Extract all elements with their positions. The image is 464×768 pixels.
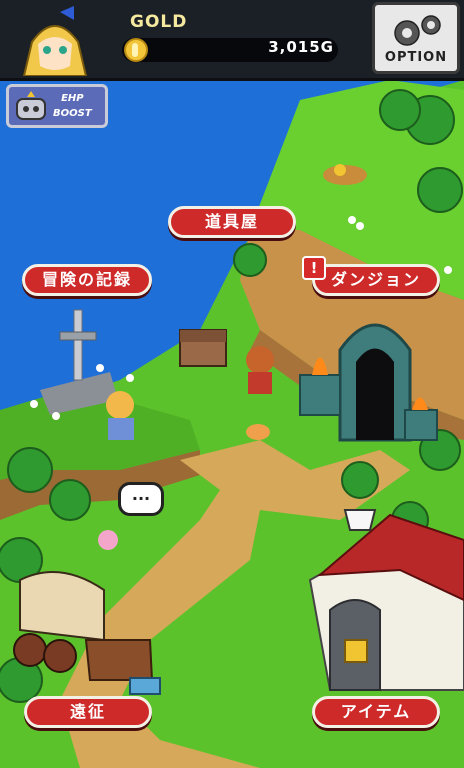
expedition-button[interactable]: 遠征 xyxy=(24,696,152,728)
ehp-boost-button[interactable]: EHP BOOST xyxy=(6,84,108,128)
gold-label: GOLD xyxy=(130,12,188,32)
dungeon-alert-icon: ! xyxy=(302,256,326,280)
gold-amount: 3,015G xyxy=(268,38,334,56)
robot-mascot-icon xyxy=(16,91,46,120)
items-button[interactable]: アイテム xyxy=(312,696,440,728)
shop-button[interactable]: 道具屋 xyxy=(168,206,296,238)
top-hud-bar: GOLD 3,015G OPTION xyxy=(0,0,464,81)
boost-label: BOOST xyxy=(53,108,92,119)
hero-portrait[interactable] xyxy=(12,2,98,76)
hero-portrait-icon xyxy=(12,2,98,76)
gear-icon xyxy=(394,15,441,46)
option-label: OPTION xyxy=(384,50,448,65)
dungeon-button[interactable]: ダンジョン xyxy=(312,264,440,296)
adventure-records-button[interactable]: 冒険の記録 xyxy=(22,264,152,296)
gold-coin-icon xyxy=(124,38,148,62)
npc-speech-bubble[interactable]: ... xyxy=(118,482,164,516)
option-button[interactable]: OPTION xyxy=(372,2,460,74)
ehp-label: EHP xyxy=(61,93,84,104)
